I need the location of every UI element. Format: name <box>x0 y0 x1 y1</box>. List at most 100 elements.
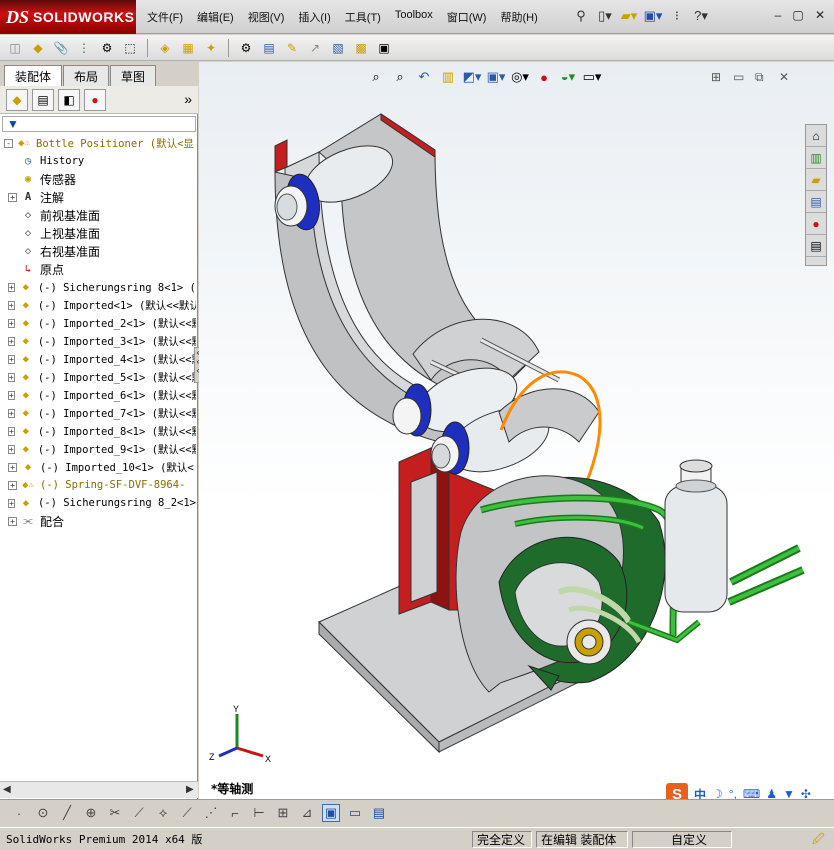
design-library-icon[interactable]: ▥ <box>806 147 826 169</box>
mirror-icon[interactable]: ⟋ <box>178 804 196 822</box>
expand-icon[interactable]: + <box>8 354 15 364</box>
rebuild-status-icon[interactable]: 🖉 <box>808 831 829 848</box>
exploded-view-icon[interactable]: ▤ <box>260 39 278 57</box>
cad-model-bottle-positioner[interactable] <box>199 62 834 799</box>
tab-layout[interactable]: 布局 <box>63 65 110 86</box>
tree-item[interactable]: + ◆ (-) Sicherungsring 8<1> (默 <box>0 278 196 296</box>
tree-item[interactable]: + ◆ ⚠ (-) Spring-SF-DVF-8964- <box>0 476 196 494</box>
expand-icon[interactable]: + <box>8 462 17 472</box>
options-icon[interactable]: ⁝ <box>668 7 686 25</box>
expand-icon[interactable]: + <box>8 444 15 454</box>
menu-help[interactable]: 帮助(H) <box>493 9 544 25</box>
expand-icon[interactable]: + <box>8 318 15 328</box>
view-palette-icon[interactable]: ▤ <box>806 191 826 213</box>
tree-item[interactable]: + ◆ (-) Imported_4<1> (默认<<默 <box>0 350 196 368</box>
wireframe-display-icon[interactable]: ▭ <box>346 804 364 822</box>
tree-item[interactable]: + A 注解 <box>0 188 196 206</box>
appearances-icon[interactable]: ● <box>806 213 826 235</box>
trim-icon[interactable]: ✂ <box>106 804 124 822</box>
expand-icon[interactable]: + <box>8 516 17 526</box>
tree-item[interactable]: + ◆ (-) Imported_10<1> (默认< <box>0 458 196 476</box>
interference-detection-icon[interactable]: ✎ <box>283 39 301 57</box>
relations-icon[interactable]: ⊿ <box>298 804 316 822</box>
minimize-icon[interactable]: – <box>770 8 786 22</box>
tree-item[interactable]: ◇ 上视基准面 <box>0 224 196 242</box>
save-icon[interactable]: ▣▾ <box>644 7 663 25</box>
tree-item[interactable]: ◷ History <box>0 152 196 170</box>
tree-item[interactable]: ◇ 右视基准面 <box>0 242 196 260</box>
tree-item[interactable]: + ◆ (-) Sicherungsring 8_2<1> <box>0 494 196 512</box>
expand-icon[interactable]: + <box>8 300 15 310</box>
sketch-fillet-icon[interactable]: ⌐ <box>226 804 244 822</box>
home-icon[interactable]: ⌂ <box>806 125 826 147</box>
tree-item[interactable]: ↳ 原点 <box>0 260 196 278</box>
restore-icon[interactable]: ▢ <box>790 8 806 22</box>
construction-icon[interactable]: ⋰ <box>202 804 220 822</box>
collapse-icon[interactable]: - <box>4 138 13 148</box>
panel-more-button[interactable]: » <box>184 91 192 107</box>
tree-item[interactable]: + ◆ (-) Imported_8<1> (默认<<默 <box>0 422 196 440</box>
sketch-point-icon[interactable]: · <box>10 804 28 822</box>
expand-icon[interactable]: + <box>8 408 15 418</box>
menu-insert[interactable]: 插入(I) <box>291 9 337 25</box>
tree-item[interactable]: + ◆ (-) Imported_6<1> (默认<<默 <box>0 386 196 404</box>
tree-horizontal-scrollbar[interactable]: ◀ ▶ <box>0 781 198 798</box>
pin-icon[interactable]: ⚲ <box>572 7 590 25</box>
hidden-lines-icon[interactable]: ▤ <box>370 804 388 822</box>
tree-item[interactable]: + ◆ (-) Imported_3<1> (默认<<默 <box>0 332 196 350</box>
open-icon[interactable]: ▰▾ <box>620 7 638 25</box>
tree-item[interactable]: + ◆ (-) Imported_2<1> (默认<<默 <box>0 314 196 332</box>
menu-tools[interactable]: 工具(T) <box>338 9 388 25</box>
section-properties-icon[interactable]: ▣ <box>375 39 393 57</box>
offset-icon[interactable]: ⟡ <box>154 804 172 822</box>
menu-file[interactable]: 文件(F) <box>140 9 190 25</box>
display-manager-icon[interactable]: ● <box>84 88 106 111</box>
tab-sketch[interactable]: 草图 <box>110 65 157 86</box>
feature-manager-tree-icon[interactable]: ◆ <box>6 88 28 111</box>
tree-item[interactable]: - ◆ ⚠ Bottle Positioner (默认<显 <box>0 134 196 152</box>
solidworks-logo[interactable]: DS SOLIDWORKS <box>0 0 136 34</box>
tree-filter-bar[interactable]: ▼ <box>2 116 196 132</box>
tab-assembly[interactable]: 装配体 <box>4 65 63 86</box>
grid-icon[interactable]: ⊞ <box>274 804 292 822</box>
tree-item[interactable]: + ◆ (-) Imported_9<1> (默认<<默 <box>0 440 196 458</box>
assembly-features-icon[interactable]: ◆ <box>29 39 47 57</box>
tree-item[interactable]: ◇ 前视基准面 <box>0 206 196 224</box>
filter-icon[interactable]: ▼ <box>7 117 19 131</box>
expand-icon[interactable]: + <box>8 336 15 346</box>
extend-icon[interactable]: ⟋ <box>130 804 148 822</box>
measure-icon[interactable]: ▩ <box>352 39 370 57</box>
menu-edit[interactable]: 编辑(E) <box>190 9 241 25</box>
tree-item[interactable]: + ⫘ 配合 <box>0 512 196 530</box>
menu-window[interactable]: 窗口(W) <box>440 9 494 25</box>
move-component-icon[interactable]: ⬚ <box>121 39 139 57</box>
linear-pattern-icon[interactable]: ⋮ <box>75 39 93 57</box>
reference-geometry-icon[interactable]: ✦ <box>202 39 220 57</box>
bill-of-materials-icon[interactable]: ⚙ <box>237 39 255 57</box>
expand-icon[interactable]: + <box>8 426 15 436</box>
custom-properties-icon[interactable]: ▤ <box>806 235 826 257</box>
expand-icon[interactable]: + <box>8 192 17 202</box>
menu-toolbox[interactable]: Toolbox <box>388 9 440 25</box>
smart-dimension-icon[interactable]: ⊢ <box>250 804 268 822</box>
file-explorer-icon[interactable]: ▰ <box>806 169 826 191</box>
mate-icon[interactable]: 📎 <box>52 39 70 57</box>
tree-item[interactable]: + ◆ (-) Imported_7<1> (默认<<默 <box>0 404 196 422</box>
smart-fasteners-icon[interactable]: ⚙ <box>98 39 116 57</box>
graphics-area[interactable]: ⌕ ⌕ ↶ ▥ ◩▾ ▣▾ ◎▾ ● ◒▾ ▭▾ ⊞ ▭ ⧉ ✕ ⌂ ▥ ▰ ▤… <box>199 62 834 799</box>
expand-icon[interactable]: + <box>8 282 15 292</box>
menu-view[interactable]: 视图(V) <box>241 9 292 25</box>
expand-icon[interactable]: + <box>8 480 17 490</box>
new-document-icon[interactable]: ▯▾ <box>596 7 614 25</box>
circle-icon[interactable]: ⊙ <box>34 804 52 822</box>
expand-icon[interactable]: + <box>8 498 15 508</box>
clearance-icon[interactable]: ↗ <box>306 39 324 57</box>
insert-component-icon[interactable]: ◫ <box>6 39 24 57</box>
scroll-left-icon[interactable]: ◀ <box>3 784 11 795</box>
hole-alignment-icon[interactable]: ▧ <box>329 39 347 57</box>
status-units[interactable]: 自定义 ▲ <box>632 831 732 848</box>
expand-icon[interactable]: + <box>8 390 15 400</box>
tree-item[interactable]: + ◆ (-) Imported<1> (默认<<默认 <box>0 296 196 314</box>
configuration-manager-icon[interactable]: ◧ <box>58 88 80 111</box>
polygon-icon[interactable]: ⊕ <box>82 804 100 822</box>
